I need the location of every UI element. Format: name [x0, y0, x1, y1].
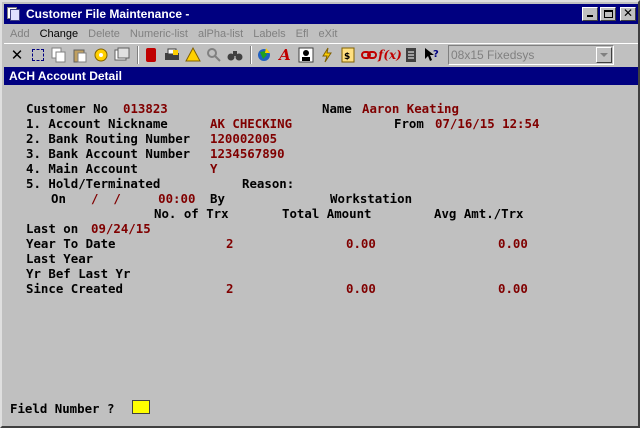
paste-icon[interactable]: [71, 46, 89, 64]
stat-row-total: 0.00: [346, 281, 376, 296]
by-label: By: [210, 191, 225, 206]
from-label: From: [394, 116, 424, 131]
last-on-label: Last on: [26, 221, 79, 236]
notes-icon[interactable]: [402, 46, 420, 64]
copy-icon[interactable]: [50, 46, 68, 64]
field-4-value[interactable]: Y: [210, 161, 217, 176]
menu-alpha-list[interactable]: alPha-list: [193, 28, 248, 40]
stat-row-trx: 2: [226, 236, 234, 251]
menu-exit[interactable]: eXit: [314, 28, 343, 40]
alert-icon[interactable]: [184, 46, 202, 64]
svg-text:?: ?: [433, 49, 439, 60]
menu-add[interactable]: Add: [4, 28, 35, 40]
maximize-button[interactable]: [600, 7, 616, 21]
select-icon[interactable]: [29, 46, 47, 64]
menu-delete[interactable]: Delete: [83, 28, 125, 40]
binoculars-icon[interactable]: [226, 46, 244, 64]
toolbar: ✕ A $ f(x) ? 08x15 Fixedsys: [4, 43, 638, 65]
stat-row-label: Since Created: [26, 281, 123, 296]
function-icon[interactable]: f(x): [378, 46, 402, 64]
col-avg-header: Avg Amt./Trx: [434, 206, 524, 221]
name-value: Aaron Keating: [362, 101, 459, 116]
field-2-value[interactable]: 120002005: [210, 131, 277, 146]
menu-efl[interactable]: Efl: [291, 28, 314, 40]
stat-row-avg: 0.00: [498, 281, 528, 296]
customer-no-value: 013823: [123, 101, 168, 116]
field-3-value[interactable]: 1234567890: [210, 146, 285, 161]
col-trx-header: No. of Trx: [154, 206, 229, 221]
app-icon: [6, 6, 22, 22]
user-icon[interactable]: [297, 46, 315, 64]
prompt-label: Field Number ?: [10, 401, 115, 416]
zoom-icon[interactable]: [205, 46, 223, 64]
stat-row-total: 0.00: [346, 236, 376, 251]
stop-icon[interactable]: [142, 46, 160, 64]
field-number-input[interactable]: [132, 400, 150, 414]
field-1-value[interactable]: AK CHECKING: [210, 116, 292, 131]
svg-text:$: $: [344, 52, 350, 62]
screen-title: ACH Account Detail: [4, 67, 638, 85]
toolbar-separator: [250, 45, 252, 64]
app-window: Customer File Maintenance - ✕ Add Change…: [0, 0, 640, 428]
field-2-label: 2. Bank Routing Number: [26, 131, 191, 146]
col-total-header: Total Amount: [282, 206, 372, 221]
link-icon[interactable]: [360, 46, 378, 64]
settings-icon[interactable]: [92, 46, 110, 64]
globe-icon[interactable]: [255, 46, 273, 64]
close-button[interactable]: ✕: [620, 6, 636, 21]
field-1-label: 1. Account Nickname: [26, 116, 168, 131]
stat-row-label: Yr Bef Last Yr: [26, 266, 131, 281]
title-bar: Customer File Maintenance - ✕: [4, 4, 638, 24]
field-4-label: 4. Main Account: [26, 161, 138, 176]
field-5-label: 5. Hold/Terminated: [26, 176, 161, 191]
menu-labels[interactable]: Labels: [248, 28, 290, 40]
customer-no-label: Customer No: [26, 101, 109, 116]
close-icon: ✕: [622, 6, 634, 20]
terminal-screen: Customer No 013823 Name Aaron Keating 1.…: [4, 85, 638, 426]
maximize-icon: [604, 10, 613, 18]
menu-bar: Add Change Delete Numeric-list alPha-lis…: [4, 25, 638, 43]
on-value: / / 00:00: [91, 191, 196, 206]
stat-row-avg: 0.00: [498, 236, 528, 251]
toolbar-separator: [137, 45, 139, 64]
window-title: Customer File Maintenance -: [26, 7, 190, 21]
menu-numeric-list[interactable]: Numeric-list: [125, 28, 193, 40]
stat-row-label: Year To Date: [26, 236, 116, 251]
field-3-label: 3. Bank Account Number: [26, 146, 191, 161]
menu-change[interactable]: Change: [35, 28, 84, 40]
print-icon[interactable]: [163, 46, 181, 64]
font-icon[interactable]: A: [276, 46, 294, 64]
help-icon[interactable]: ?: [423, 46, 441, 64]
minimize-icon: [587, 15, 593, 17]
chevron-down-icon[interactable]: [596, 46, 612, 63]
font-selector[interactable]: 08x15 Fixedsys: [448, 44, 614, 65]
name-label: Name: [322, 101, 352, 116]
calc-icon[interactable]: $: [339, 46, 357, 64]
minimize-button[interactable]: [582, 7, 598, 21]
from-value: 07/16/15 12:54: [435, 116, 540, 131]
workstation-label: Workstation: [330, 191, 413, 206]
stat-row-label: Last Year: [26, 251, 94, 266]
stat-row-trx: 2: [226, 281, 234, 296]
lightning-icon[interactable]: [318, 46, 336, 64]
window-icon[interactable]: [113, 46, 131, 64]
cut-icon[interactable]: ✕: [8, 46, 26, 64]
last-on-value: 09/24/15: [91, 221, 151, 236]
on-label: On: [51, 191, 66, 206]
font-selector-value: 08x15 Fixedsys: [451, 47, 535, 62]
reason-label: Reason:: [242, 176, 295, 191]
